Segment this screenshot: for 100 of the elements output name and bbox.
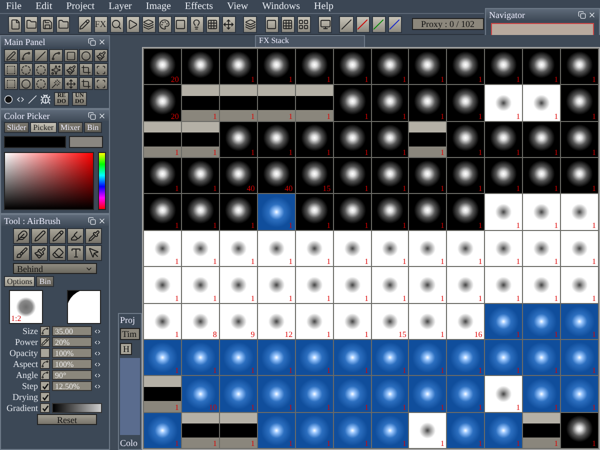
line-icon[interactable] bbox=[28, 94, 37, 104]
brush-thumbnail[interactable]: 1 bbox=[372, 267, 408, 303]
checkbox[interactable] bbox=[40, 392, 50, 402]
gradient-bar[interactable] bbox=[52, 403, 102, 413]
brush-thumbnail[interactable]: 1 bbox=[334, 158, 370, 194]
brush-button[interactable] bbox=[49, 245, 66, 261]
brush-thumbnail[interactable]: 20 bbox=[144, 49, 181, 84]
brush-thumbnail[interactable]: 1 bbox=[485, 194, 522, 230]
swatch-button[interactable] bbox=[174, 16, 188, 32]
value-field[interactable]: 100% bbox=[52, 348, 92, 358]
brush-thumbnail[interactable]: 1 bbox=[372, 122, 408, 158]
brush-thumbnail[interactable]: 1 bbox=[334, 85, 370, 121]
brush-thumbnail[interactable]: 1 bbox=[523, 85, 560, 121]
brush-thumbnail[interactable]: 1 bbox=[220, 194, 257, 230]
brush-thumbnail[interactable]: 1 bbox=[334, 267, 370, 303]
close-icon[interactable] bbox=[588, 10, 596, 18]
value-field[interactable]: 100% bbox=[52, 359, 92, 369]
brush-thumbnail[interactable]: 1 bbox=[523, 49, 560, 84]
grid-button[interactable] bbox=[206, 16, 220, 32]
reset-button[interactable]: Reset bbox=[37, 414, 97, 425]
menu-item[interactable]: Help bbox=[314, 1, 334, 12]
arrows-icon[interactable] bbox=[94, 360, 101, 368]
tab[interactable]: Bin bbox=[84, 122, 102, 133]
brush-thumbnail[interactable]: 1 bbox=[485, 85, 522, 121]
brush-thumbnail[interactable]: 1 bbox=[523, 267, 560, 303]
pressure-toggle[interactable] bbox=[40, 326, 50, 336]
dot-icon[interactable] bbox=[4, 94, 13, 104]
checkbox[interactable] bbox=[40, 381, 50, 391]
brush-button[interactable] bbox=[49, 228, 66, 244]
new-file-button[interactable] bbox=[8, 16, 22, 32]
brush-thumbnail[interactable]: 1 bbox=[296, 304, 333, 339]
value-field[interactable]: 35.00 bbox=[52, 326, 92, 336]
tool-button[interactable] bbox=[4, 63, 18, 76]
tool-button[interactable] bbox=[79, 77, 93, 90]
tab[interactable]: Slider bbox=[4, 122, 30, 133]
layers-button[interactable] bbox=[142, 16, 156, 32]
folder-button[interactable] bbox=[56, 16, 70, 32]
brush-thumbnail[interactable]: 1 bbox=[144, 230, 181, 266]
brush-thumbnail[interactable]: 1 bbox=[144, 304, 181, 339]
brush-thumbnail[interactable]: 1 bbox=[296, 122, 333, 158]
brush-thumbnail[interactable]: 1 bbox=[372, 230, 408, 266]
close-icon[interactable] bbox=[98, 216, 106, 224]
brush-thumbnail[interactable]: 1 bbox=[409, 85, 446, 121]
brush-thumbnail[interactable]: 1 bbox=[258, 267, 295, 303]
brush-thumbnail[interactable]: 1 bbox=[182, 158, 219, 194]
channel-button[interactable] bbox=[372, 16, 386, 32]
tool-button[interactable] bbox=[94, 49, 108, 62]
brush-thumbnail[interactable]: 15 bbox=[372, 304, 408, 339]
brush-button[interactable] bbox=[85, 228, 102, 244]
brush-thumbnail[interactable]: 1 bbox=[485, 230, 522, 266]
brush-thumbnail[interactable]: 1 bbox=[220, 122, 257, 158]
brush-thumbnail[interactable]: 1 bbox=[258, 49, 295, 84]
value-field[interactable]: 12.50% bbox=[52, 381, 92, 391]
brush-thumbnail[interactable]: 1 bbox=[144, 194, 181, 230]
fade-toggle[interactable] bbox=[40, 337, 50, 347]
brush-thumbnail[interactable]: 1 bbox=[220, 230, 257, 266]
brush-thumbnail[interactable]: 1 bbox=[296, 194, 333, 230]
brush-thumbnail[interactable]: 1 bbox=[144, 267, 181, 303]
tool-button[interactable] bbox=[64, 49, 78, 62]
hue-bar[interactable] bbox=[98, 152, 106, 210]
menu-item[interactable]: Layer bbox=[108, 1, 132, 12]
grid-view-button[interactable] bbox=[280, 16, 295, 32]
tool-button[interactable] bbox=[34, 77, 48, 90]
tab[interactable]: Tim bbox=[120, 328, 140, 340]
brush-thumbnail[interactable]: 20 bbox=[144, 85, 181, 121]
tool-button[interactable] bbox=[19, 63, 33, 76]
fx-button[interactable]: FX bbox=[94, 16, 108, 32]
view-button[interactable] bbox=[264, 16, 279, 32]
menu-item[interactable]: Image bbox=[146, 1, 171, 12]
brush-thumbnail[interactable]: 1 bbox=[182, 230, 219, 266]
pressure-toggle[interactable] bbox=[40, 370, 50, 380]
tools-button[interactable] bbox=[78, 16, 92, 32]
tool-button[interactable] bbox=[19, 77, 33, 90]
open-button[interactable] bbox=[24, 16, 38, 32]
brush-thumbnail[interactable]: 1 bbox=[296, 230, 333, 266]
tool-button[interactable] bbox=[64, 77, 78, 90]
zoom-button[interactable] bbox=[110, 16, 124, 32]
secondary-color-swatch[interactable] bbox=[69, 136, 103, 148]
brush-thumbnail[interactable]: 1 bbox=[485, 122, 522, 158]
tool-button[interactable] bbox=[19, 49, 33, 62]
color-gradient-square[interactable] bbox=[4, 152, 94, 210]
brush-thumbnail[interactable]: 1 bbox=[220, 267, 257, 303]
brush-thumbnail[interactable]: 1 bbox=[447, 230, 484, 266]
tool-button[interactable] bbox=[34, 63, 48, 76]
detach-icon[interactable] bbox=[88, 216, 96, 224]
brush-thumbnail[interactable]: 1 bbox=[561, 194, 598, 230]
menu-item[interactable]: Edit bbox=[36, 1, 52, 12]
tool-button[interactable] bbox=[79, 49, 93, 62]
tool-button[interactable] bbox=[4, 77, 18, 90]
close-icon[interactable] bbox=[98, 38, 106, 46]
arrows-icon[interactable] bbox=[94, 382, 101, 390]
tool-button[interactable] bbox=[94, 63, 108, 76]
brush-thumbnail[interactable]: 1 bbox=[447, 85, 484, 121]
brush-thumbnail[interactable]: 1 bbox=[334, 49, 370, 84]
channel-button[interactable] bbox=[339, 16, 354, 32]
brush-thumbnail[interactable]: 12 bbox=[258, 304, 295, 339]
detach-icon[interactable] bbox=[88, 38, 96, 46]
brush-thumbnail[interactable]: 1 bbox=[523, 122, 560, 158]
menu-item[interactable]: Project bbox=[66, 1, 95, 12]
brush-thumbnail[interactable]: 1 bbox=[372, 49, 408, 84]
